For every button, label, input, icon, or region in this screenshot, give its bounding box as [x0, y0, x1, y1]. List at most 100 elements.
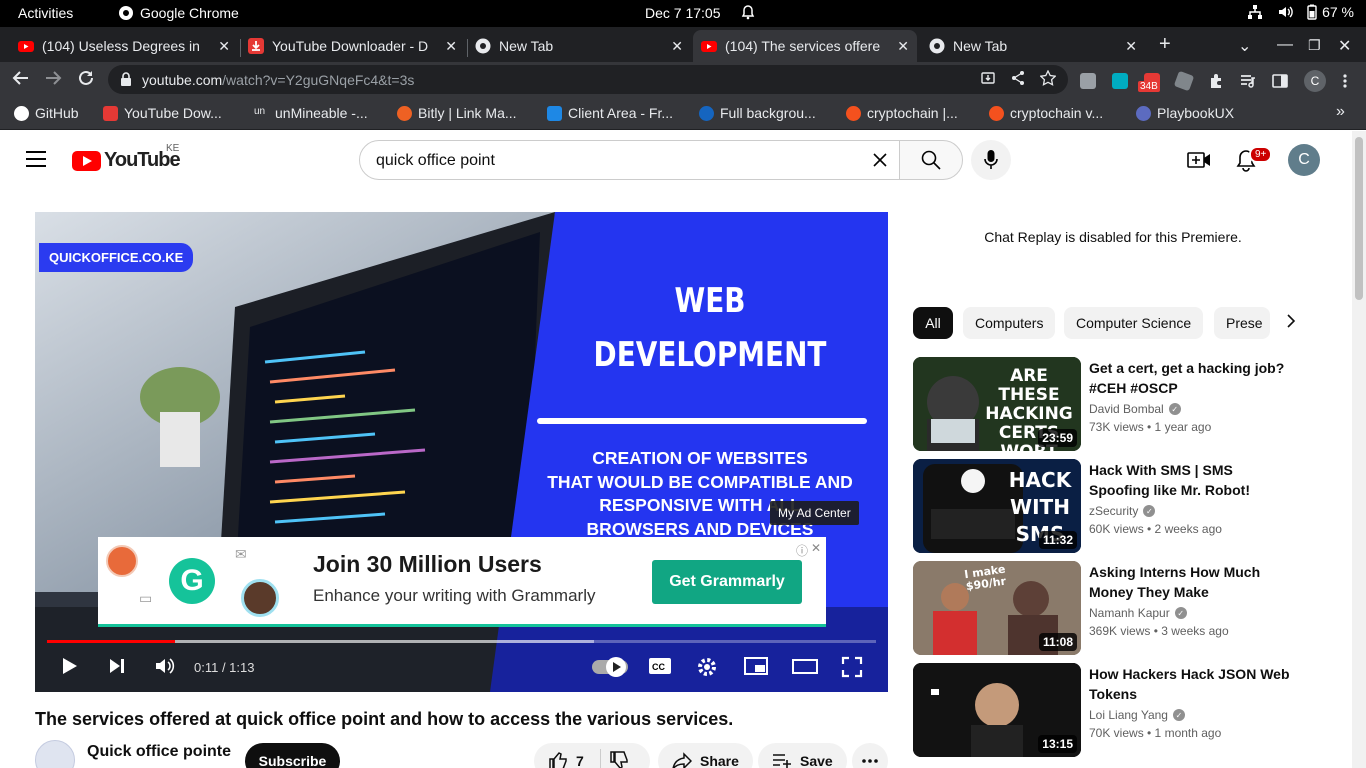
bookmark-client-area[interactable]: Client Area - Fr...: [547, 105, 673, 121]
side-panel-icon[interactable]: [1272, 73, 1288, 89]
page-scrollbar[interactable]: [1352, 131, 1366, 768]
install-app-icon[interactable]: [980, 70, 996, 86]
reload-icon[interactable]: [77, 69, 95, 92]
bookmark-cryptochain-2[interactable]: cryptochain v...: [989, 105, 1103, 121]
app-menu[interactable]: Google Chrome: [118, 5, 239, 21]
tab-youtube-downloader[interactable]: YouTube Downloader - D ✕: [240, 30, 465, 62]
share-button[interactable]: Share: [658, 743, 753, 768]
back-arrow-icon[interactable]: [12, 69, 30, 92]
bookmark-cryptochain-1[interactable]: cryptochain |...: [846, 105, 958, 121]
recommended-video[interactable]: ARE THESE HACKING CERTS WORT 23:59 Get a…: [913, 357, 1333, 451]
activities-button[interactable]: Activities: [18, 5, 73, 21]
window-close-icon[interactable]: ✕: [1338, 36, 1351, 56]
like-button[interactable]: 7: [548, 751, 584, 768]
profile-avatar[interactable]: C: [1304, 70, 1326, 92]
chip-computer-science[interactable]: Computer Science: [1064, 307, 1204, 339]
subtitles-cc-icon[interactable]: CC: [648, 656, 672, 681]
ad-close-icon[interactable]: ✕: [811, 541, 821, 555]
chips-next-chevron-icon[interactable]: [1285, 313, 1297, 334]
ad-info-icon[interactable]: ⓘ: [796, 542, 808, 559]
close-icon[interactable]: ✕: [445, 38, 457, 55]
save-button[interactable]: Save: [758, 743, 847, 768]
new-tab-plus-icon[interactable]: +: [1159, 33, 1171, 56]
bookmark-bitly[interactable]: Bitly | Link Ma...: [397, 105, 517, 121]
recommended-channel[interactable]: David Bombal ✓: [1089, 402, 1181, 416]
video-thumbnail[interactable]: HACK WITH SMS 11:32: [913, 459, 1081, 553]
extension-icon[interactable]: [1080, 73, 1096, 89]
share-icon[interactable]: [1010, 70, 1026, 86]
hamburger-menu-icon[interactable]: [26, 151, 46, 167]
recommended-channel[interactable]: Namanh Kapur ✓: [1089, 606, 1187, 620]
tab-useless-degrees[interactable]: (104) Useless Degrees in ✕: [10, 30, 238, 62]
video-thumbnail[interactable]: I make $90/hr 11:08: [913, 561, 1081, 655]
bookmark-github[interactable]: GitHub: [14, 105, 79, 121]
lock-icon[interactable]: [120, 71, 132, 87]
search-input[interactable]: quick office point: [359, 140, 900, 180]
tab-new-tab-1[interactable]: New Tab ✕: [467, 30, 691, 62]
subscribe-button[interactable]: Subscribe: [245, 743, 340, 768]
recommended-channel[interactable]: zSecurity ✓: [1089, 504, 1156, 518]
notification-bell-icon[interactable]: [740, 4, 756, 23]
recommended-video-title[interactable]: How Hackers Hack JSON Web Tokens: [1089, 664, 1294, 704]
extension-icon[interactable]: [1173, 70, 1195, 92]
address-bar[interactable]: youtube.com/watch?v=Y2guGNqeFc4&t=3s: [108, 65, 1068, 94]
close-icon[interactable]: ✕: [897, 38, 909, 55]
tab-services-offered[interactable]: (104) The services offere ✕: [693, 30, 917, 62]
chip-presentations[interactable]: Prese: [1214, 307, 1270, 339]
grammarly-ad-banner[interactable]: G ✉ ▭ Join 30 Million Users Enhance your…: [98, 537, 826, 627]
clock[interactable]: Dec 7 17:05: [645, 5, 721, 21]
bookmark-unmineable[interactable]: un unMineable -...: [254, 105, 368, 121]
tab-new-tab-2[interactable]: New Tab ✕: [921, 30, 1145, 62]
fullscreen-icon[interactable]: [841, 656, 863, 683]
bookmark-star-icon[interactable]: [1040, 70, 1056, 86]
recommended-video[interactable]: HACK WITH SMS 11:32 Hack With SMS | SMS …: [913, 459, 1333, 553]
get-grammarly-button[interactable]: Get Grammarly: [652, 560, 802, 604]
recommended-video[interactable]: 13:15 How Hackers Hack JSON Web Tokens L…: [913, 663, 1333, 757]
puzzle-extensions-icon[interactable]: [1208, 73, 1224, 89]
minimize-icon[interactable]: —: [1277, 36, 1293, 54]
extension-icon[interactable]: [1112, 73, 1128, 89]
theater-mode-icon[interactable]: [792, 656, 818, 681]
kebab-menu-icon[interactable]: [1342, 73, 1348, 89]
video-thumbnail[interactable]: 13:15: [913, 663, 1081, 757]
clear-search-icon[interactable]: [869, 149, 891, 177]
channel-avatar[interactable]: [35, 740, 75, 768]
close-icon[interactable]: ✕: [671, 38, 683, 55]
close-icon[interactable]: ✕: [218, 38, 230, 55]
create-video-icon[interactable]: [1187, 148, 1211, 177]
channel-name[interactable]: Quick office pointe: [87, 743, 231, 761]
next-video-icon[interactable]: [107, 656, 127, 681]
chip-computers[interactable]: Computers: [963, 307, 1056, 339]
recommended-video-title[interactable]: Asking Interns How Much Money They Make: [1089, 562, 1294, 602]
extension-badge-icon[interactable]: 34B: [1138, 73, 1160, 92]
system-tray[interactable]: 67 %: [1247, 4, 1354, 20]
account-avatar[interactable]: C: [1288, 144, 1320, 176]
miniplayer-icon[interactable]: [744, 656, 768, 681]
bookmark-youtube-downloader[interactable]: YouTube Dow...: [103, 105, 222, 121]
video-player[interactable]: QUICKOFFICE.CO.KE WEB DEVELOPMENT CREATI…: [35, 212, 888, 692]
tab-search-chevron-icon[interactable]: ⌄: [1238, 36, 1251, 56]
more-bookmarks-chevron-icon[interactable]: »: [1336, 103, 1345, 121]
bookmark-playbookux[interactable]: PlaybookUX: [1136, 105, 1234, 121]
recommended-video-title[interactable]: Get a cert, get a hacking job? #CEH #OSC…: [1089, 358, 1294, 398]
video-progress-bar[interactable]: [47, 640, 876, 643]
search-button[interactable]: [899, 140, 963, 180]
forward-arrow-icon[interactable]: [44, 69, 62, 92]
recommended-channel[interactable]: Loi Liang Yang ✓: [1089, 708, 1185, 722]
media-queue-icon[interactable]: [1240, 73, 1256, 89]
bookmark-full-background[interactable]: Full backgrou...: [699, 105, 816, 121]
volume-icon[interactable]: [154, 656, 176, 681]
video-thumbnail[interactable]: ARE THESE HACKING CERTS WORT 23:59: [913, 357, 1081, 451]
youtube-logo[interactable]: YouTube KE: [72, 143, 181, 172]
scrollbar-thumb[interactable]: [1355, 137, 1363, 300]
close-icon[interactable]: ✕: [1125, 38, 1137, 55]
more-actions-button[interactable]: [852, 743, 888, 768]
settings-gear-icon[interactable]: [696, 656, 718, 683]
recommended-video[interactable]: I make $90/hr 11:08 Asking Interns How M…: [913, 561, 1333, 655]
play-icon[interactable]: [59, 656, 79, 681]
maximize-icon[interactable]: ❐: [1308, 37, 1321, 54]
recommended-video-title[interactable]: Hack With SMS | SMS Spoofing like Mr. Ro…: [1089, 460, 1294, 500]
voice-search-button[interactable]: [971, 140, 1011, 180]
chip-all[interactable]: All: [913, 307, 953, 339]
dislike-button[interactable]: [609, 750, 629, 768]
